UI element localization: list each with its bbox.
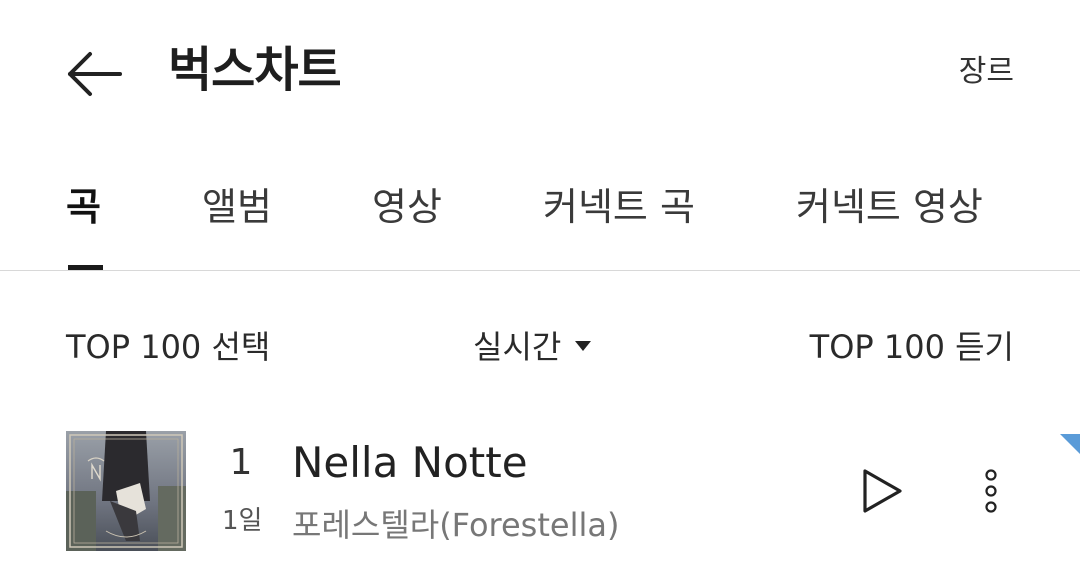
top100-select-button[interactable]: TOP 100 선택	[66, 325, 270, 369]
caret-down-icon	[575, 341, 592, 351]
tab-albums[interactable]: 앨범	[202, 182, 272, 232]
top100-listen-button[interactable]: TOP 100 듣기	[810, 325, 1014, 369]
tab-connect-videos[interactable]: 커넥트 영상	[796, 182, 983, 232]
page-title: 벅스차트	[168, 42, 342, 98]
song-rank: 1	[229, 442, 253, 483]
song-title[interactable]: Nella Notte	[292, 436, 528, 490]
tab-connect-songs[interactable]: 커넥트 곡	[543, 182, 695, 232]
tab-songs[interactable]: 곡	[66, 182, 101, 232]
tab-bar: 곡 앨범 영상 커넥트 곡 커넥트 영상	[0, 180, 1080, 272]
back-button[interactable]	[62, 44, 126, 104]
rank-duration: 1일	[222, 506, 263, 536]
arrow-left-icon	[68, 52, 122, 96]
more-options-button[interactable]	[976, 466, 1006, 516]
play-icon	[863, 469, 902, 513]
genre-button[interactable]: 장르	[959, 52, 1014, 92]
album-art-image	[66, 431, 186, 551]
divider	[0, 270, 1080, 271]
album-art[interactable]	[66, 431, 186, 551]
play-button[interactable]	[856, 466, 906, 516]
more-vertical-icon	[985, 469, 997, 513]
song-artist[interactable]: 포레스텔라(Forestella)	[292, 503, 619, 547]
tab-videos[interactable]: 영상	[372, 182, 442, 232]
new-badge-corner	[1060, 434, 1080, 454]
period-label: 실시간	[473, 328, 562, 366]
period-dropdown[interactable]: 실시간	[473, 325, 592, 369]
